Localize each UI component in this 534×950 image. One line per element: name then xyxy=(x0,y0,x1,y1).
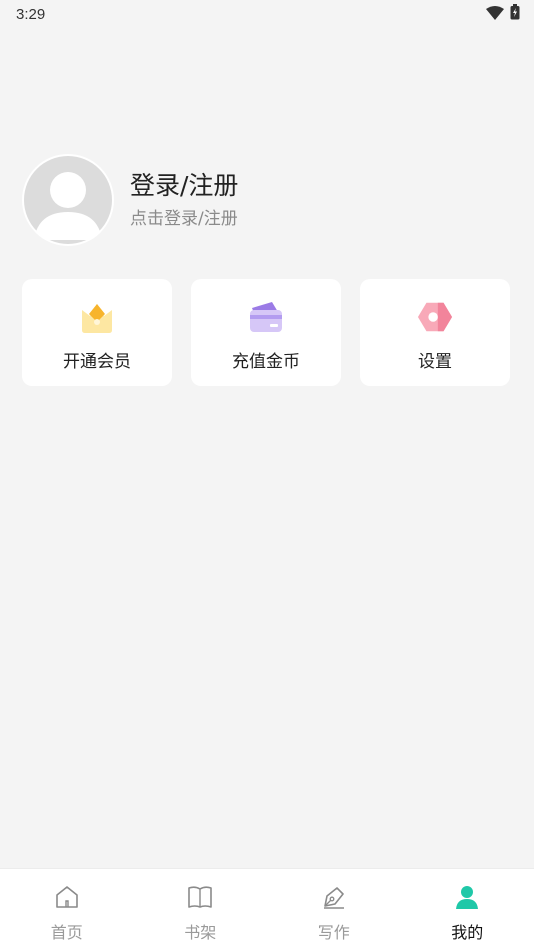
tab-mine-label: 我的 xyxy=(451,923,484,942)
tab-bookshelf-label: 书架 xyxy=(184,923,217,942)
recharge-label: 充值金币 xyxy=(232,352,300,372)
crown-icon xyxy=(79,299,115,335)
vip-card[interactable]: 开通会员 xyxy=(22,279,172,386)
tab-mine[interactable]: 我的 xyxy=(401,869,534,950)
vip-label: 开通会员 xyxy=(63,352,131,372)
status-icons xyxy=(486,4,520,24)
settings-label: 设置 xyxy=(418,352,452,372)
tab-bookshelf[interactable]: 书架 xyxy=(134,869,268,950)
pen-icon xyxy=(320,883,348,911)
profile-header[interactable]: 登录/注册 点击登录/注册 xyxy=(22,154,512,246)
tab-home[interactable]: 首页 xyxy=(0,869,134,950)
book-icon xyxy=(186,883,214,911)
default-avatar-icon xyxy=(24,156,112,244)
tab-home-label: 首页 xyxy=(50,923,83,942)
battery-icon xyxy=(510,4,520,24)
bottom-tab-bar: 首页 书架 写作 我的 xyxy=(0,868,534,950)
home-icon xyxy=(53,883,81,911)
tab-writing-label: 写作 xyxy=(317,923,350,942)
user-icon xyxy=(453,883,481,911)
avatar[interactable] xyxy=(22,154,114,246)
login-register-title[interactable]: 登录/注册 xyxy=(130,171,238,201)
status-time: 3:29 xyxy=(16,5,46,23)
card-icon xyxy=(248,299,284,335)
wifi-icon xyxy=(486,5,504,24)
status-bar: 3:29 xyxy=(0,0,534,28)
quick-actions: 开通会员 充值金币 设置 xyxy=(22,279,510,386)
settings-card[interactable]: 设置 xyxy=(360,279,510,386)
login-register-subtitle[interactable]: 点击登录/注册 xyxy=(130,209,238,229)
recharge-card[interactable]: 充值金币 xyxy=(191,279,341,386)
tab-writing[interactable]: 写作 xyxy=(267,869,401,950)
settings-gear-icon xyxy=(417,299,453,335)
